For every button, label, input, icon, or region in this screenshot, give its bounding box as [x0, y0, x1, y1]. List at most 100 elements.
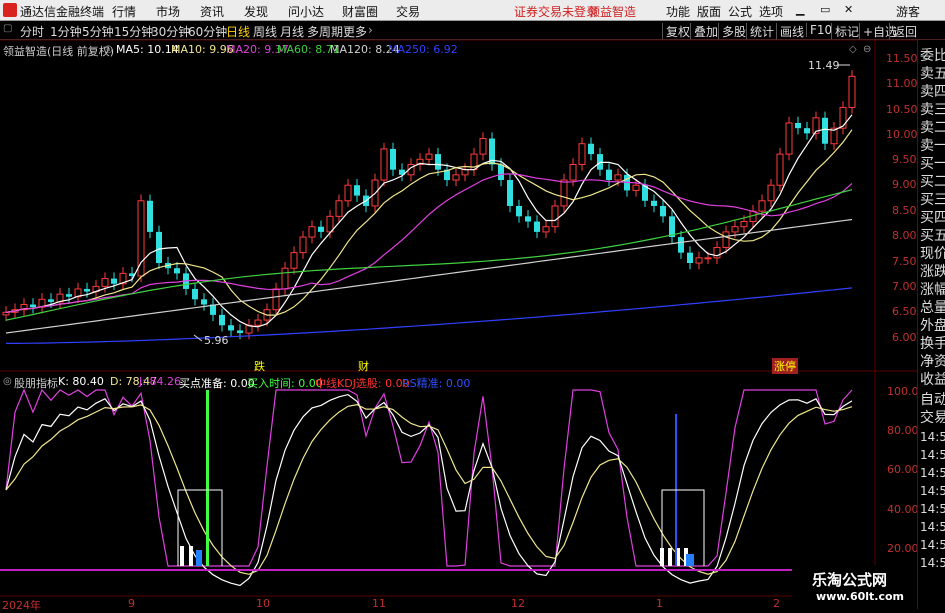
event-marker-finance[interactable]: 财	[358, 358, 369, 374]
candle[interactable]	[569, 163, 577, 181]
candle[interactable]	[48, 299, 54, 302]
event-marker-limit-up[interactable]: 涨停	[772, 358, 798, 374]
candle[interactable]	[776, 153, 784, 186]
candle[interactable]	[542, 226, 550, 233]
side-item[interactable]: 外盘	[920, 318, 945, 334]
candle[interactable]	[479, 138, 487, 155]
candle[interactable]	[632, 184, 640, 191]
side-item[interactable]: 卖四	[920, 84, 945, 100]
candle[interactable]	[678, 237, 684, 253]
buy-prepare-bar	[668, 548, 672, 566]
kdj-y-tick: 100.0	[887, 385, 919, 398]
candle[interactable]	[237, 330, 243, 334]
side-item[interactable]: 交易	[920, 410, 945, 426]
candle[interactable]	[137, 200, 145, 277]
candle[interactable]	[660, 205, 666, 217]
candle[interactable]	[66, 294, 72, 297]
side-item[interactable]: 卖三	[920, 102, 945, 118]
candle[interactable]	[452, 174, 460, 181]
candle[interactable]	[111, 278, 117, 284]
candle[interactable]	[201, 299, 207, 305]
candle[interactable]	[516, 205, 522, 217]
candle[interactable]	[722, 231, 730, 248]
candle[interactable]	[848, 75, 856, 108]
candle[interactable]	[740, 221, 748, 228]
candle[interactable]	[308, 226, 316, 238]
chart-canvas[interactable]: 11.49 5.96 ◇ ⊖	[0, 0, 945, 609]
candle[interactable]	[795, 122, 801, 129]
y-tick: 11.00	[886, 77, 918, 90]
side-item[interactable]: 自动	[920, 392, 945, 408]
candle[interactable]	[272, 288, 280, 311]
candle[interactable]	[785, 122, 793, 155]
candle[interactable]	[299, 236, 307, 254]
candle[interactable]	[192, 288, 198, 300]
candle[interactable]	[435, 154, 441, 170]
candle[interactable]	[525, 216, 531, 222]
candle[interactable]	[695, 257, 703, 264]
candle[interactable]	[326, 215, 334, 233]
side-item[interactable]: 卖一	[920, 138, 945, 154]
diamond-icon[interactable]: ◇	[849, 44, 857, 55]
candle[interactable]	[822, 117, 828, 144]
y-tick: 10.50	[886, 103, 918, 116]
candle[interactable]	[380, 148, 388, 181]
candle[interactable]	[461, 169, 469, 176]
side-item[interactable]: 涨跌	[920, 264, 945, 280]
x-tick: 10	[256, 597, 270, 610]
candle[interactable]	[2, 311, 10, 316]
side-item[interactable]: 净资	[920, 354, 945, 370]
candle[interactable]	[335, 200, 343, 217]
side-item[interactable]: 委比	[920, 48, 945, 64]
candle[interactable]	[281, 267, 289, 290]
candle[interactable]	[30, 304, 36, 308]
candle[interactable]	[614, 174, 622, 181]
side-item[interactable]: 买三	[920, 192, 945, 208]
side-item[interactable]: 涨幅	[920, 282, 945, 298]
candle[interactable]	[804, 128, 810, 134]
candle[interactable]	[534, 221, 540, 232]
candle[interactable]	[731, 226, 739, 233]
side-item[interactable]: 换手	[920, 336, 945, 352]
candle[interactable]	[156, 231, 162, 264]
candle[interactable]	[767, 184, 775, 202]
candle[interactable]	[425, 153, 433, 160]
candle[interactable]	[354, 185, 360, 196]
side-item[interactable]: 买二	[920, 174, 945, 190]
candle[interactable]	[560, 179, 568, 207]
side-item[interactable]: 买五	[920, 228, 945, 244]
side-item[interactable]: 买一	[920, 156, 945, 172]
side-item[interactable]: 卖二	[920, 120, 945, 136]
candle[interactable]	[390, 148, 396, 170]
collapse-icon[interactable]: ⊖	[863, 44, 871, 55]
candle[interactable]	[101, 278, 109, 287]
candle[interactable]	[507, 180, 513, 206]
candle[interactable]	[606, 169, 612, 181]
side-item[interactable]: 现价	[920, 246, 945, 262]
candle[interactable]	[344, 184, 352, 202]
side-item[interactable]: 总量	[920, 300, 945, 316]
candle[interactable]	[551, 205, 559, 228]
candle[interactable]	[498, 164, 504, 181]
side-item[interactable]: 买四	[920, 210, 945, 226]
candle[interactable]	[839, 106, 847, 129]
x-tick: 12	[511, 597, 525, 610]
candle[interactable]	[758, 200, 766, 212]
candle[interactable]	[318, 226, 324, 232]
candle[interactable]	[147, 200, 153, 232]
candle[interactable]	[228, 325, 234, 331]
candle[interactable]	[290, 252, 298, 269]
candle[interactable]	[651, 200, 657, 206]
candle[interactable]	[219, 314, 225, 326]
candle[interactable]	[578, 143, 586, 165]
candle[interactable]	[254, 319, 262, 326]
candle[interactable]	[687, 252, 693, 264]
candle[interactable]	[84, 288, 90, 292]
candle[interactable]	[588, 143, 594, 155]
candle[interactable]	[704, 257, 712, 260]
event-marker-fall[interactable]: 跌	[254, 358, 265, 374]
side-item[interactable]: 卖五	[920, 66, 945, 82]
side-item[interactable]: 收益	[920, 372, 945, 388]
candle[interactable]	[174, 268, 180, 274]
ma5-line	[5, 114, 853, 328]
